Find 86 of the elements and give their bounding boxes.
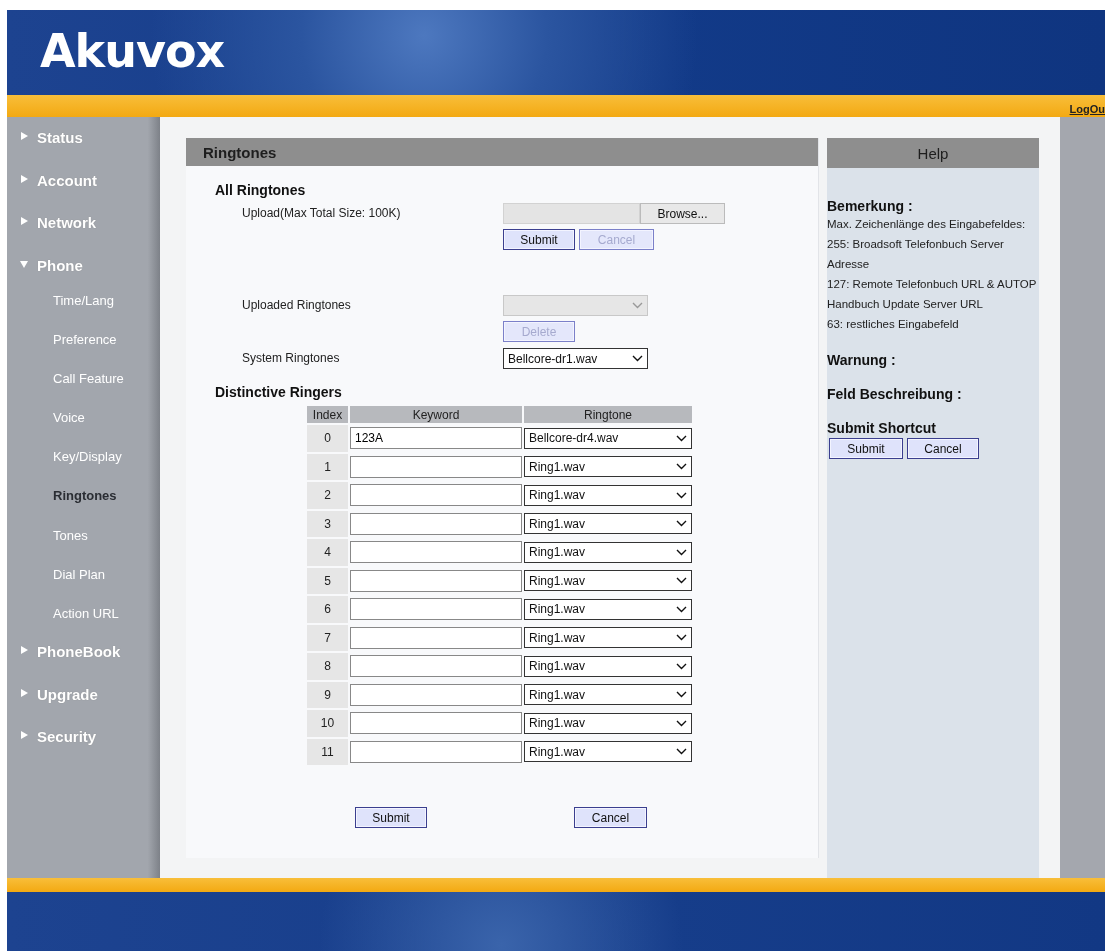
keyword-field[interactable] bbox=[350, 626, 522, 649]
submit-button[interactable]: Submit bbox=[829, 438, 903, 459]
table-cell: 3 bbox=[307, 510, 348, 537]
ringtone-dropdown[interactable]: Ring1.wav bbox=[524, 684, 692, 706]
logo: Akuvox bbox=[40, 24, 225, 78]
ringtone-dropdown[interactable]: Ring1.wav bbox=[524, 598, 692, 620]
chevron-down-icon bbox=[676, 634, 687, 642]
ringtone-dropdown[interactable]: Ring1.wav bbox=[524, 513, 692, 535]
chevron-down-icon bbox=[676, 605, 687, 613]
ringtone-dropdown[interactable]: Ring1.wav bbox=[524, 570, 692, 592]
table-cell: 5 bbox=[307, 567, 348, 594]
keyword-field[interactable]: 123A bbox=[350, 427, 522, 450]
triangle-down-icon bbox=[20, 259, 28, 268]
file-path-field[interactable] bbox=[503, 203, 640, 224]
keyword-field[interactable] bbox=[350, 484, 522, 507]
keyword-field[interactable] bbox=[350, 455, 522, 478]
triangle-right-icon bbox=[20, 688, 28, 697]
ringtone-dropdown[interactable]: Ring1.wav bbox=[524, 627, 692, 649]
help-text: 127: Remote Telefonbuch URL & AUTOP Handbuch Update Server URL bbox=[827, 277, 1037, 312]
table-cell: 6 bbox=[307, 596, 348, 623]
cancel-button[interactable]: Cancel bbox=[574, 807, 647, 828]
triangle-right-icon bbox=[20, 174, 28, 183]
chevron-down-icon bbox=[676, 748, 687, 756]
help-text: 63: restliches Eingabefeld bbox=[827, 317, 960, 332]
column-header: Ringtone bbox=[524, 406, 692, 423]
chevron-down-icon bbox=[632, 302, 643, 309]
help-title: Help bbox=[917, 144, 949, 162]
chevron-down-icon bbox=[676, 577, 687, 585]
keyword-field[interactable] bbox=[350, 598, 522, 621]
ringtone-dropdown[interactable]: Ring1.wav bbox=[524, 712, 692, 734]
column-header: Index bbox=[307, 406, 348, 423]
keyword-field[interactable] bbox=[350, 541, 522, 564]
section-heading: All Ringtones bbox=[215, 182, 307, 198]
table-cell: 8 bbox=[307, 653, 348, 680]
table-cell: 7 bbox=[307, 624, 348, 651]
chevron-down-icon bbox=[676, 463, 687, 471]
chevron-down-icon bbox=[676, 548, 687, 556]
triangle-right-icon bbox=[20, 731, 28, 740]
chevron-down-icon bbox=[676, 691, 687, 699]
ringtone-dropdown[interactable]: Bellcore-dr4.wav bbox=[524, 427, 692, 449]
nav-subitem[interactable]: Ringtones bbox=[53, 488, 117, 504]
table-cell: 0 bbox=[307, 425, 348, 452]
table-cell: 2 bbox=[307, 482, 348, 509]
triangle-right-icon bbox=[20, 132, 28, 140]
field-label: System Ringtones bbox=[242, 350, 341, 367]
ringtone-dropdown[interactable]: Ring1.wav bbox=[524, 541, 692, 563]
panel-title: Ringtones bbox=[203, 143, 277, 161]
ringtone-dropdown[interactable]: Ring1.wav bbox=[524, 741, 692, 763]
section-heading: Distinctive Ringers bbox=[215, 384, 343, 400]
triangle-right-icon bbox=[20, 646, 28, 655]
field-label: Upload(Max Total Size: 100K) bbox=[242, 205, 402, 222]
keyword-field[interactable] bbox=[350, 655, 522, 678]
field-label: Uploaded Ringtones bbox=[242, 297, 352, 314]
keyword-field[interactable] bbox=[350, 512, 522, 535]
chevron-down-icon bbox=[676, 491, 687, 499]
help-heading: Bemerkung : bbox=[827, 198, 914, 214]
help-text: 255: Broadsoft Telefonbuch Server Adresse bbox=[827, 237, 1005, 272]
keyword-field[interactable] bbox=[350, 683, 522, 706]
help-heading: Warnung : bbox=[827, 352, 897, 368]
triangle-right-icon bbox=[20, 217, 28, 225]
chevron-down-icon bbox=[632, 355, 643, 362]
logout-link[interactable]: LogOu bbox=[1069, 103, 1105, 115]
ringtone-dropdown[interactable]: Ring1.wav bbox=[524, 456, 692, 478]
column-header: Keyword bbox=[350, 406, 522, 423]
table-cell: 11 bbox=[307, 738, 348, 765]
keyword-field[interactable] bbox=[350, 740, 522, 763]
table-cell: 1 bbox=[307, 453, 348, 480]
chevron-down-icon bbox=[676, 719, 687, 727]
table-cell: 4 bbox=[307, 539, 348, 566]
table-cell: 10 bbox=[307, 710, 348, 737]
system-ringtone-dropdown[interactable]: Bellcore-dr1.wav bbox=[503, 348, 648, 369]
cancel-button[interactable]: Cancel bbox=[907, 438, 979, 459]
ringtone-dropdown[interactable]: Ring1.wav bbox=[524, 484, 692, 506]
ringtone-dropdown[interactable]: Ring1.wav bbox=[524, 655, 692, 677]
chevron-down-icon bbox=[676, 662, 687, 670]
table-cell: 9 bbox=[307, 681, 348, 708]
help-heading: Feld Beschreibung : bbox=[827, 386, 963, 402]
browse-button[interactable]: Browse... bbox=[640, 203, 725, 224]
submit-button[interactable]: Submit bbox=[355, 807, 427, 828]
help-heading: Submit Shortcut bbox=[827, 420, 937, 436]
submit-button[interactable]: Submit bbox=[503, 229, 575, 250]
chevron-down-icon bbox=[676, 520, 687, 528]
chevron-down-icon bbox=[676, 434, 687, 442]
help-text: Max. Zeichenlänge des Eingabefeldes: bbox=[827, 217, 1027, 232]
keyword-field[interactable] bbox=[350, 569, 522, 592]
keyword-field[interactable] bbox=[350, 712, 522, 735]
